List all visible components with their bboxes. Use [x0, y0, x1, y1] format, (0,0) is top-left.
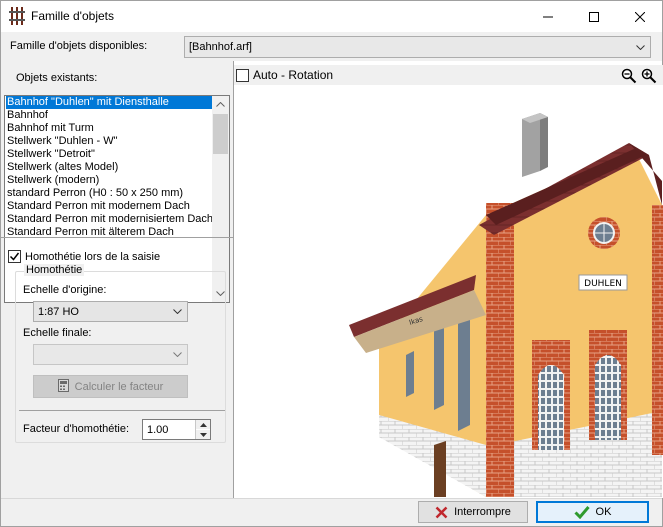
list-item[interactable]: Stellwerk "Duhlen - W"	[6, 135, 214, 148]
calculate-factor-label: Calculer le facteur	[74, 380, 164, 393]
factor-label: Facteur d'homothétie:	[23, 423, 130, 435]
list-item[interactable]: Standard Perron mit modernisiertem Dach	[6, 213, 214, 226]
zoom-controls	[619, 67, 659, 85]
spin-down-icon[interactable]	[196, 430, 210, 439]
group-title: Homothétie	[24, 264, 85, 276]
homothetie-checkbox[interactable]	[8, 250, 21, 263]
factor-row: Facteur d'homothétie: 1.00	[19, 410, 225, 443]
final-scale-select[interactable]	[33, 344, 188, 365]
viewer-panel: Auto - Rotation Ikas DUHLEN	[233, 61, 663, 498]
close-button[interactable]	[617, 1, 663, 32]
list-item[interactable]: Standard Perron mit modernem Dach	[6, 200, 214, 213]
minimize-button[interactable]	[525, 1, 571, 32]
family-select[interactable]: [Bahnhof.arf]	[184, 36, 651, 58]
cancel-label: Interrompre	[454, 506, 511, 518]
ok-button[interactable]: OK	[536, 501, 649, 523]
checkmark-icon	[9, 252, 20, 261]
chevron-down-icon	[632, 37, 649, 57]
scroll-thumb[interactable]	[213, 114, 228, 154]
list-item[interactable]: Stellwerk (altes Model)	[6, 161, 214, 174]
cross-icon	[435, 506, 448, 519]
list-item[interactable]: Stellwerk "Detroit"	[6, 148, 214, 161]
spin-buttons	[195, 420, 210, 439]
chevron-down-icon	[169, 345, 186, 364]
auto-rotation-checkbox[interactable]	[236, 68, 249, 82]
spin-up-icon[interactable]	[196, 420, 210, 429]
dialog-footer: Interrompre OK	[1, 498, 662, 526]
ok-label: OK	[595, 506, 612, 518]
station-name-sign: DUHLEN	[584, 279, 622, 289]
objects-list: Bahnhof "Duhlen" mit Diensthalle Bahnhof…	[6, 96, 214, 239]
factor-spinbox[interactable]: 1.00	[142, 419, 211, 440]
family-value: [Bahnhof.arf]	[189, 41, 252, 53]
origin-scale-select[interactable]: 1:87 HO	[33, 301, 188, 322]
origin-scale-value: 1:87 HO	[38, 306, 79, 318]
homothetie-toggle[interactable]: Homothétie lors de la saisie	[8, 250, 160, 263]
final-scale-label: Echelle finale:	[23, 327, 92, 339]
station-building-render: Ikas DUHLEN	[349, 113, 663, 497]
objects-label: Objets existants:	[16, 72, 98, 84]
track-icon	[9, 7, 25, 25]
origin-scale-label: Echelle d'origine:	[23, 284, 107, 296]
checkmark-icon	[573, 505, 590, 519]
list-item[interactable]: Bahnhof "Duhlen" mit Diensthalle	[6, 96, 214, 109]
cancel-button[interactable]: Interrompre	[418, 501, 528, 523]
chevron-down-icon	[169, 302, 186, 321]
factor-value: 1.00	[147, 424, 169, 436]
divider	[1, 237, 233, 238]
calculate-factor-button[interactable]: Calculer le facteur	[33, 375, 188, 398]
auto-rotation-toggle[interactable]: Auto - Rotation	[234, 65, 663, 85]
maximize-icon	[589, 11, 599, 22]
list-item[interactable]: standard Perron (H0 : 50 x 250 mm)	[6, 187, 214, 200]
window-title: Famille d'objets	[31, 9, 114, 23]
minimize-icon	[543, 16, 553, 17]
zoom-in-icon[interactable]	[639, 67, 659, 85]
zoom-out-icon[interactable]	[619, 67, 639, 85]
dialog-window: Famille d'objets Famille d'objets dispon…	[0, 0, 663, 527]
homothetie-group: Homothétie Echelle d'origine: 1:87 HO Ec…	[15, 264, 226, 443]
list-item[interactable]: Bahnhof mit Turm	[6, 122, 214, 135]
maximize-button[interactable]	[571, 1, 617, 32]
list-item[interactable]: Stellwerk (modern)	[6, 174, 214, 187]
homothetie-label: Homothétie lors de la saisie	[25, 250, 161, 263]
calculator-icon	[57, 378, 69, 395]
title-bar: Famille d'objets	[1, 1, 662, 32]
scroll-up-icon[interactable]	[212, 96, 229, 113]
auto-rotation-label: Auto - Rotation	[253, 68, 334, 82]
close-icon	[635, 11, 645, 22]
3d-viewport[interactable]: Ikas DUHLEN	[234, 85, 663, 498]
family-row: Famille d'objets disponibles: [Bahnhof.a…	[1, 32, 662, 61]
list-item[interactable]: Bahnhof	[6, 109, 214, 122]
family-label: Famille d'objets disponibles:	[10, 40, 148, 52]
left-panel: Objets existants: Bahnhof "Duhlen" mit D…	[1, 65, 233, 498]
